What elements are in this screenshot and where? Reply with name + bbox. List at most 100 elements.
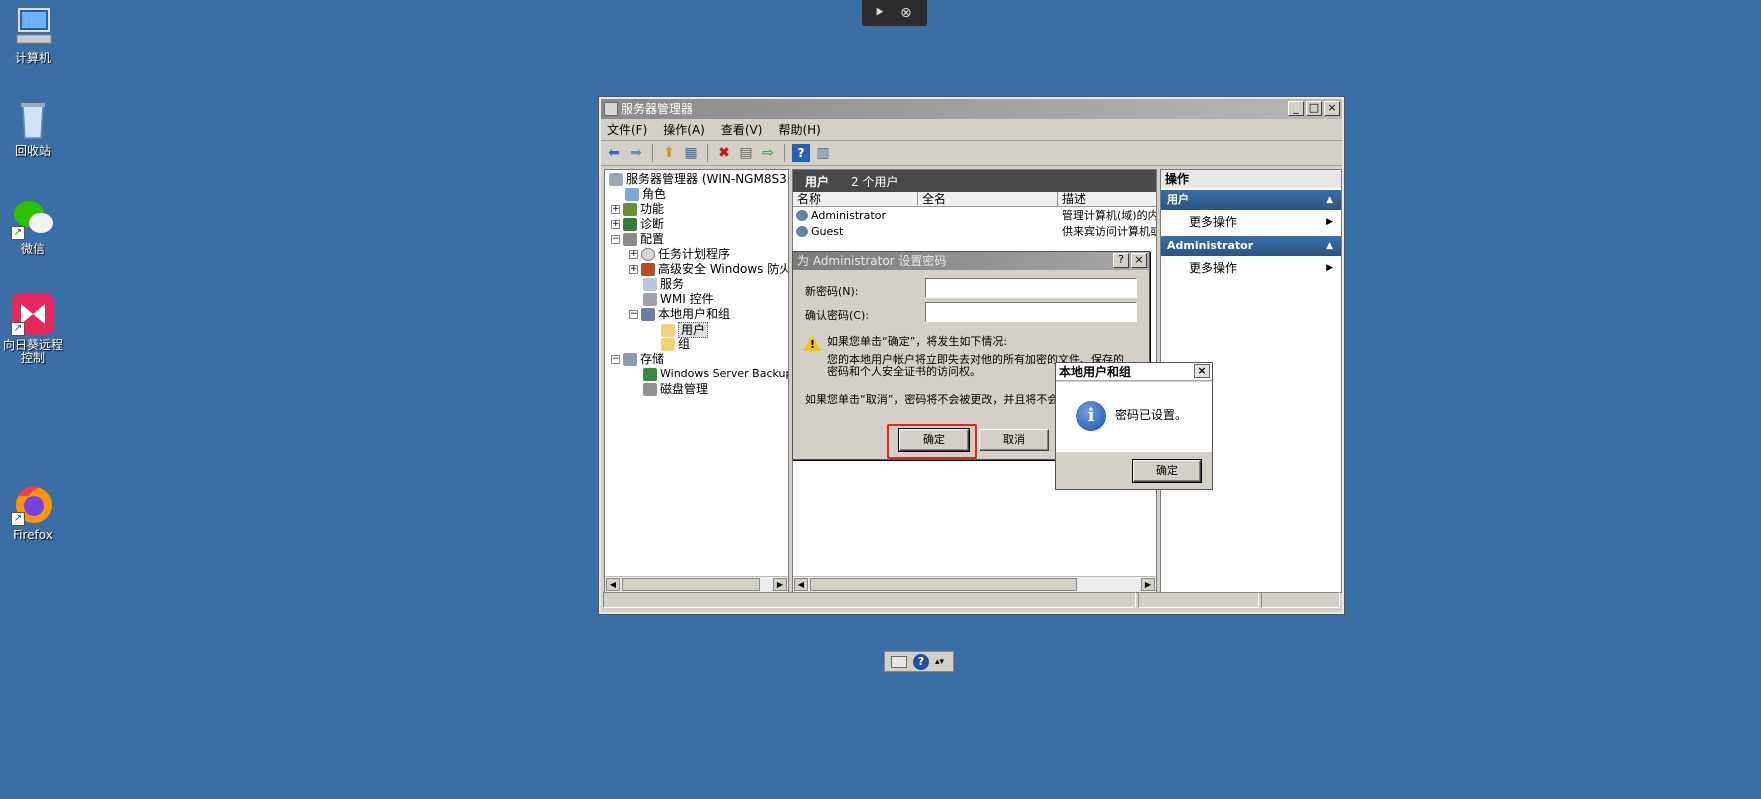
column-divider[interactable] xyxy=(1057,192,1058,207)
backup-icon xyxy=(643,367,657,381)
tree-node-groups[interactable]: 组 xyxy=(661,337,690,351)
tree-node-disk-management[interactable]: 磁盘管理 xyxy=(643,382,708,396)
user-icon xyxy=(796,210,808,221)
help-icon[interactable]: ? xyxy=(913,653,929,670)
desktop-icon-sunlogin[interactable]: ↗ 向日葵远程控制 xyxy=(0,292,66,365)
tree-node-users[interactable]: 用户 xyxy=(661,322,709,338)
section-title: Administrator xyxy=(1167,239,1254,252)
column-fullname[interactable]: 全名 xyxy=(922,193,946,206)
tree-node-label: 任务计划程序 xyxy=(658,247,731,261)
column-name[interactable]: 名称 xyxy=(797,193,821,206)
desktop-icon-wechat[interactable]: ↗ 微信 xyxy=(0,196,66,256)
up-folder-icon[interactable]: ⬆ xyxy=(660,144,678,162)
scroll-thumb[interactable] xyxy=(622,578,760,591)
tree-node-features[interactable]: + 功能 xyxy=(611,202,664,216)
actions-section-users[interactable]: 用户 ▲ xyxy=(1161,190,1341,210)
scroll-left-icon[interactable]: ◀ xyxy=(794,578,808,591)
back-icon[interactable]: ⬅ xyxy=(605,144,623,162)
collapse-icon[interactable]: − xyxy=(611,234,620,244)
list-horizontal-scrollbar[interactable]: ◀ ▶ xyxy=(793,576,1156,592)
tree-node-storage[interactable]: − 存储 xyxy=(611,352,664,366)
tree-node-label: 组 xyxy=(678,337,691,351)
tree-node-server-manager[interactable]: 服务器管理器 (WIN-NGM8S3320V xyxy=(609,172,788,186)
help-icon[interactable]: ? xyxy=(792,144,810,162)
scroll-right-icon[interactable]: ▶ xyxy=(1141,578,1155,591)
message-box-titlebar[interactable]: 本地用户和组 × xyxy=(1056,363,1212,381)
actions-section-administrator[interactable]: Administrator ▲ xyxy=(1161,236,1341,256)
keyboard-icon[interactable] xyxy=(891,655,907,668)
dialog-title: 为 Administrator 设置密码 xyxy=(797,254,947,268)
warning-heading: 如果您单击“确定”，将发生如下情况: xyxy=(827,335,1008,348)
forward-icon[interactable]: ➡ xyxy=(627,144,645,162)
desktop-icon-computer[interactable]: 计算机 xyxy=(0,5,66,65)
message-box-title: 本地用户和组 xyxy=(1059,365,1132,379)
dialog-titlebar[interactable]: 为 Administrator 设置密码 ? × xyxy=(793,252,1149,270)
tree-node-roles[interactable]: 角色 xyxy=(625,187,666,201)
tree-node-diagnostics[interactable]: + 诊断 xyxy=(611,217,664,231)
scroll-thumb[interactable] xyxy=(810,578,1077,591)
expand-icon[interactable]: + xyxy=(629,249,638,259)
tree-node-configuration[interactable]: − 配置 xyxy=(611,232,664,246)
toolbar: ⬅ ➡ ⬆ ▦ ✖ ▤ ⇨ ? ▥ xyxy=(601,141,1342,166)
more-actions-administrator[interactable]: 更多操作 ▶ xyxy=(1161,256,1341,280)
close-button[interactable]: × xyxy=(1324,101,1340,116)
table-row[interactable]: Administrator 管理计算机(域)的内置帐户 xyxy=(793,208,1156,223)
section-title: 用户 xyxy=(1167,193,1189,206)
export-icon[interactable]: ⇨ xyxy=(759,144,777,162)
help-button[interactable]: ? xyxy=(1113,253,1129,268)
cancel-button[interactable]: 取消 xyxy=(979,429,1049,451)
computer-icon xyxy=(11,5,55,49)
maximize-button[interactable]: □ xyxy=(1306,101,1322,116)
firefox-icon: ↗ xyxy=(11,482,55,526)
collapse-caret-icon[interactable]: ▲ xyxy=(1326,236,1333,256)
close-button[interactable]: × xyxy=(1194,364,1210,378)
more-actions-label: 更多操作 xyxy=(1189,261,1238,275)
tree-node-task-scheduler[interactable]: + 任务计划程序 xyxy=(629,247,730,261)
expand-icon[interactable]: + xyxy=(629,264,638,274)
menu-help[interactable]: 帮助(H) xyxy=(778,121,820,138)
scroll-left-icon[interactable]: ◀ xyxy=(606,578,620,591)
collapse-icon[interactable]: − xyxy=(611,354,620,364)
show-hide-action-pane-icon[interactable]: ▥ xyxy=(814,144,832,162)
tree-node-services[interactable]: 服务 xyxy=(643,277,684,291)
toolbar-separator xyxy=(784,144,785,162)
tree-horizontal-scrollbar[interactable]: ◀ ▶ xyxy=(605,576,788,592)
properties-icon[interactable]: ▤ xyxy=(737,144,755,162)
column-description[interactable]: 描述 xyxy=(1062,193,1086,206)
tree-node-windows-server-backup[interactable]: Windows Server Backup xyxy=(643,367,788,381)
menu-view[interactable]: 查看(V) xyxy=(721,121,763,138)
column-divider[interactable] xyxy=(917,192,918,207)
shortcut-arrow-icon: ↗ xyxy=(11,322,25,336)
desktop-icon-firefox[interactable]: ↗ Firefox xyxy=(0,482,66,542)
remote-control-bar: ⯈ ⊗ xyxy=(862,0,927,26)
toolbar-separator xyxy=(652,144,653,162)
minimize-button[interactable]: _ xyxy=(1288,101,1304,116)
table-row[interactable]: Guest 供来宾访问计算机或访问域的内置帐户 xyxy=(793,224,1156,239)
tree-node-label: 服务 xyxy=(660,277,685,291)
message-box: 本地用户和组 × i 密码已设置。 确定 xyxy=(1055,362,1213,490)
expand-icon[interactable]: + xyxy=(611,219,620,229)
tree-node-wmi[interactable]: WMI 控件 xyxy=(643,292,714,306)
toolbar-separator xyxy=(707,144,708,162)
collapse-caret-icon[interactable]: ▲ xyxy=(1326,190,1333,210)
more-actions-users[interactable]: 更多操作 ▶ xyxy=(1161,210,1341,234)
scroll-right-icon[interactable]: ▶ xyxy=(773,578,787,591)
tree-node-local-users-groups[interactable]: − 本地用户和组 xyxy=(629,307,730,321)
close-icon[interactable]: ⊗ xyxy=(900,5,912,21)
expand-icon[interactable]: + xyxy=(611,204,620,214)
desktop-icon-recycle-bin[interactable]: 回收站 xyxy=(0,98,66,158)
message-ok-button[interactable]: 确定 xyxy=(1132,459,1202,483)
menu-action[interactable]: 操作(A) xyxy=(663,121,705,138)
show-hide-tree-icon[interactable]: ▦ xyxy=(682,144,700,162)
close-button[interactable]: × xyxy=(1131,253,1147,268)
pin-icon[interactable]: ⯈ xyxy=(874,5,885,21)
options-icon[interactable]: ▴▾ xyxy=(935,657,944,667)
delete-icon[interactable]: ✖ xyxy=(715,144,733,162)
menu-file[interactable]: 文件(F) xyxy=(607,121,647,138)
confirm-password-field[interactable] xyxy=(925,302,1137,322)
new-password-field[interactable] xyxy=(925,278,1137,298)
collapse-icon[interactable]: − xyxy=(629,309,638,319)
storage-icon xyxy=(623,352,637,366)
window-titlebar[interactable]: 服务器管理器 _ □ × xyxy=(601,99,1342,119)
tree-node-firewall[interactable]: + 高级安全 Windows 防火墙 xyxy=(629,262,788,276)
